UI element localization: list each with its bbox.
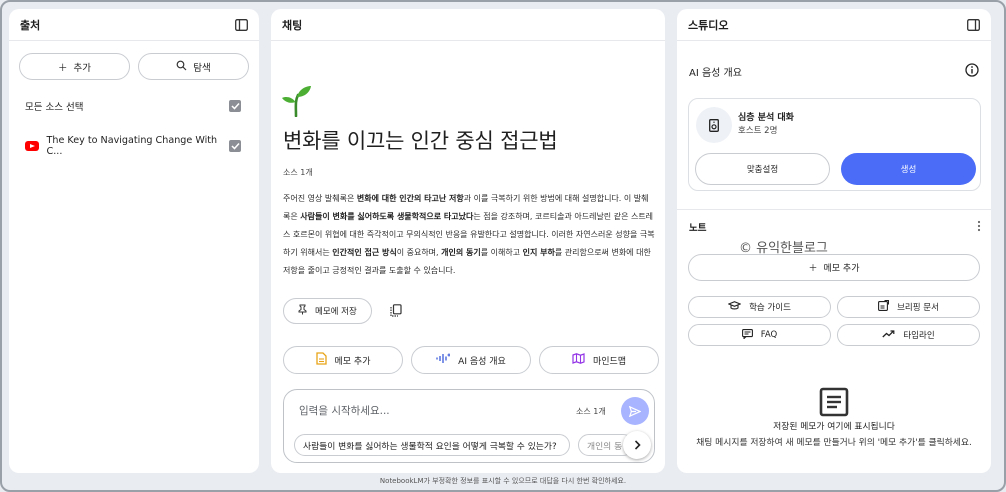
copy-icon[interactable] bbox=[390, 302, 402, 321]
summary-emphasis: 사람들이 변화를 싫어하도록 생물학적으로 타고났다 bbox=[300, 212, 474, 221]
suggestion-chip[interactable]: 사람들이 변화를 싫어하는 생물학적 요인을 어떻게 극복할 수 있는가? bbox=[294, 434, 570, 456]
generate-button[interactable]: 생성 bbox=[841, 153, 976, 185]
chevron-right-icon bbox=[634, 440, 641, 450]
chat-input[interactable]: 입력을 시작하세요... bbox=[299, 403, 390, 418]
panel-toggle-icon[interactable] bbox=[967, 18, 980, 31]
trend-icon bbox=[882, 329, 895, 341]
select-all-checkbox[interactable] bbox=[229, 100, 241, 112]
summary-emphasis: 개인의 동기 bbox=[441, 248, 481, 257]
note-icon bbox=[315, 352, 327, 368]
source-item[interactable]: The Key to Navigating Change With C... bbox=[9, 135, 259, 157]
plus-icon: ＋ bbox=[808, 264, 818, 274]
composer-source-count: 소스 1개 bbox=[576, 407, 606, 416]
graduation-cap-icon bbox=[727, 301, 742, 313]
pin-icon bbox=[298, 304, 307, 318]
audio-overview-label: AI 음성 개요 bbox=[689, 68, 742, 79]
sprout-icon bbox=[282, 85, 665, 121]
notes-label: 노트 bbox=[689, 223, 707, 234]
audio-card-host: 호스트 2명 bbox=[738, 126, 778, 136]
send-icon bbox=[629, 405, 641, 417]
briefing-doc-label: 브리핑 문서 bbox=[897, 303, 939, 313]
info-icon[interactable] bbox=[965, 63, 979, 80]
scroll-right-button[interactable] bbox=[623, 431, 651, 459]
timeline-label: 타임라인 bbox=[903, 331, 935, 341]
panel-toggle-icon[interactable] bbox=[235, 18, 248, 31]
sources-header: 출처 bbox=[9, 9, 259, 41]
study-guide-button[interactable]: 학습 가이드 bbox=[688, 296, 831, 318]
study-guide-label: 학습 가이드 bbox=[749, 303, 791, 313]
chat-composer[interactable]: 입력을 시작하세요... 소스 1개 사람들이 변화를 싫어하는 생물학적 요인… bbox=[283, 389, 655, 463]
audio-overview-action-label: AI 음성 개요 bbox=[458, 356, 506, 367]
customize-button[interactable]: 맞춤설정 bbox=[695, 153, 830, 185]
footer-disclaimer: NotebookLM가 부정확한 정보를 표시할 수 있으므로 대답을 다시 한… bbox=[379, 477, 627, 485]
more-options-icon[interactable] bbox=[977, 220, 981, 235]
send-button[interactable] bbox=[621, 397, 649, 425]
sources-title: 출처 bbox=[20, 18, 41, 32]
chat-header: 채팅 bbox=[271, 9, 665, 41]
speaker-icon bbox=[696, 107, 732, 143]
faq-label: FAQ bbox=[760, 330, 778, 340]
select-all-row[interactable]: 모든 소스 선택 bbox=[9, 99, 259, 113]
add-source-button[interactable]: ＋ 추가 bbox=[19, 53, 130, 80]
plus-icon: ＋ bbox=[58, 62, 68, 74]
mindmap-action-label: 마인드맵 bbox=[592, 356, 627, 367]
explore-button[interactable]: 탐색 bbox=[138, 53, 249, 80]
chat-heading: 변화를 이끄는 인간 중심 접근법 bbox=[283, 129, 558, 153]
add-note-action-label: 메모 추가 bbox=[334, 356, 371, 367]
save-to-note-label: 메모에 저장 bbox=[315, 307, 357, 317]
summary-emphasis: 인지 부하 bbox=[522, 248, 555, 257]
source-item-label: The Key to Navigating Change With C... bbox=[46, 135, 218, 157]
document-icon bbox=[878, 299, 890, 314]
summary-run: 를 이해하고 bbox=[480, 248, 523, 257]
summary-emphasis: 인간적인 접근 방식 bbox=[332, 248, 397, 257]
audio-card-title: 심층 분석 대화 bbox=[738, 113, 794, 123]
chat-title: 채팅 bbox=[282, 18, 303, 32]
save-to-note-button[interactable]: 메모에 저장 bbox=[283, 298, 372, 324]
studio-header: 스튜디오 bbox=[677, 9, 991, 41]
add-note-action-button[interactable]: 메모 추가 bbox=[283, 346, 403, 374]
summary-run: 주어진 영상 발췌록은 bbox=[283, 194, 357, 203]
explore-icon bbox=[176, 60, 187, 74]
audio-wave-icon bbox=[436, 353, 451, 367]
timeline-button[interactable]: 타임라인 bbox=[837, 324, 980, 346]
divider bbox=[677, 209, 991, 210]
add-note-label: 메모 추가 bbox=[823, 264, 860, 274]
chat-source-count: 소스 1개 bbox=[283, 168, 313, 177]
map-icon bbox=[572, 353, 585, 367]
briefing-doc-button[interactable]: 브리핑 문서 bbox=[837, 296, 980, 318]
summary-run: 이 중요하며, bbox=[396, 248, 442, 257]
chat-panel: 채팅 변화를 이끄는 인간 중심 접근법 소스 1개 주어진 영상 발췌록은 변… bbox=[271, 9, 665, 473]
audio-overview-card: 심층 분석 대화 호스트 2명 맞춤설정 생성 bbox=[688, 98, 981, 191]
faq-icon bbox=[741, 328, 753, 342]
summary-text: 주어진 영상 발췌록은 변화에 대한 인간의 타고난 저항과 이를 극복하기 위… bbox=[283, 190, 655, 280]
studio-panel: 스튜디오 AI 음성 개요 심층 분석 대화 호스트 2명 맞춤설정 생성 노트… bbox=[677, 9, 991, 473]
add-note-button[interactable]: ＋ 메모 추가 bbox=[688, 254, 980, 281]
mindmap-action-button[interactable]: 마인드맵 bbox=[539, 346, 659, 374]
empty-notes-title: 저장된 메모가 여기에 표시됩니다 bbox=[773, 422, 895, 432]
faq-button[interactable]: FAQ bbox=[688, 324, 831, 346]
studio-title: 스튜디오 bbox=[688, 18, 729, 32]
sources-panel: 출처 ＋ 추가 탐색 모든 소스 선택 The Key to Navigatin… bbox=[9, 9, 259, 473]
add-source-label: 추가 bbox=[73, 62, 91, 74]
empty-notes-icon bbox=[819, 387, 849, 421]
source-item-checkbox[interactable] bbox=[229, 140, 241, 152]
summary-emphasis: 변화에 대한 인간의 타고난 저항 bbox=[356, 194, 464, 203]
select-all-label: 모든 소스 선택 bbox=[25, 102, 84, 113]
audio-overview-action-button[interactable]: AI 음성 개요 bbox=[411, 346, 531, 374]
youtube-icon bbox=[25, 141, 39, 151]
explore-label: 탐색 bbox=[193, 62, 211, 74]
empty-notes-description: 채팅 메시지를 저장하여 새 메모를 만들거나 위의 '메모 추가'를 클릭하세… bbox=[696, 438, 972, 448]
